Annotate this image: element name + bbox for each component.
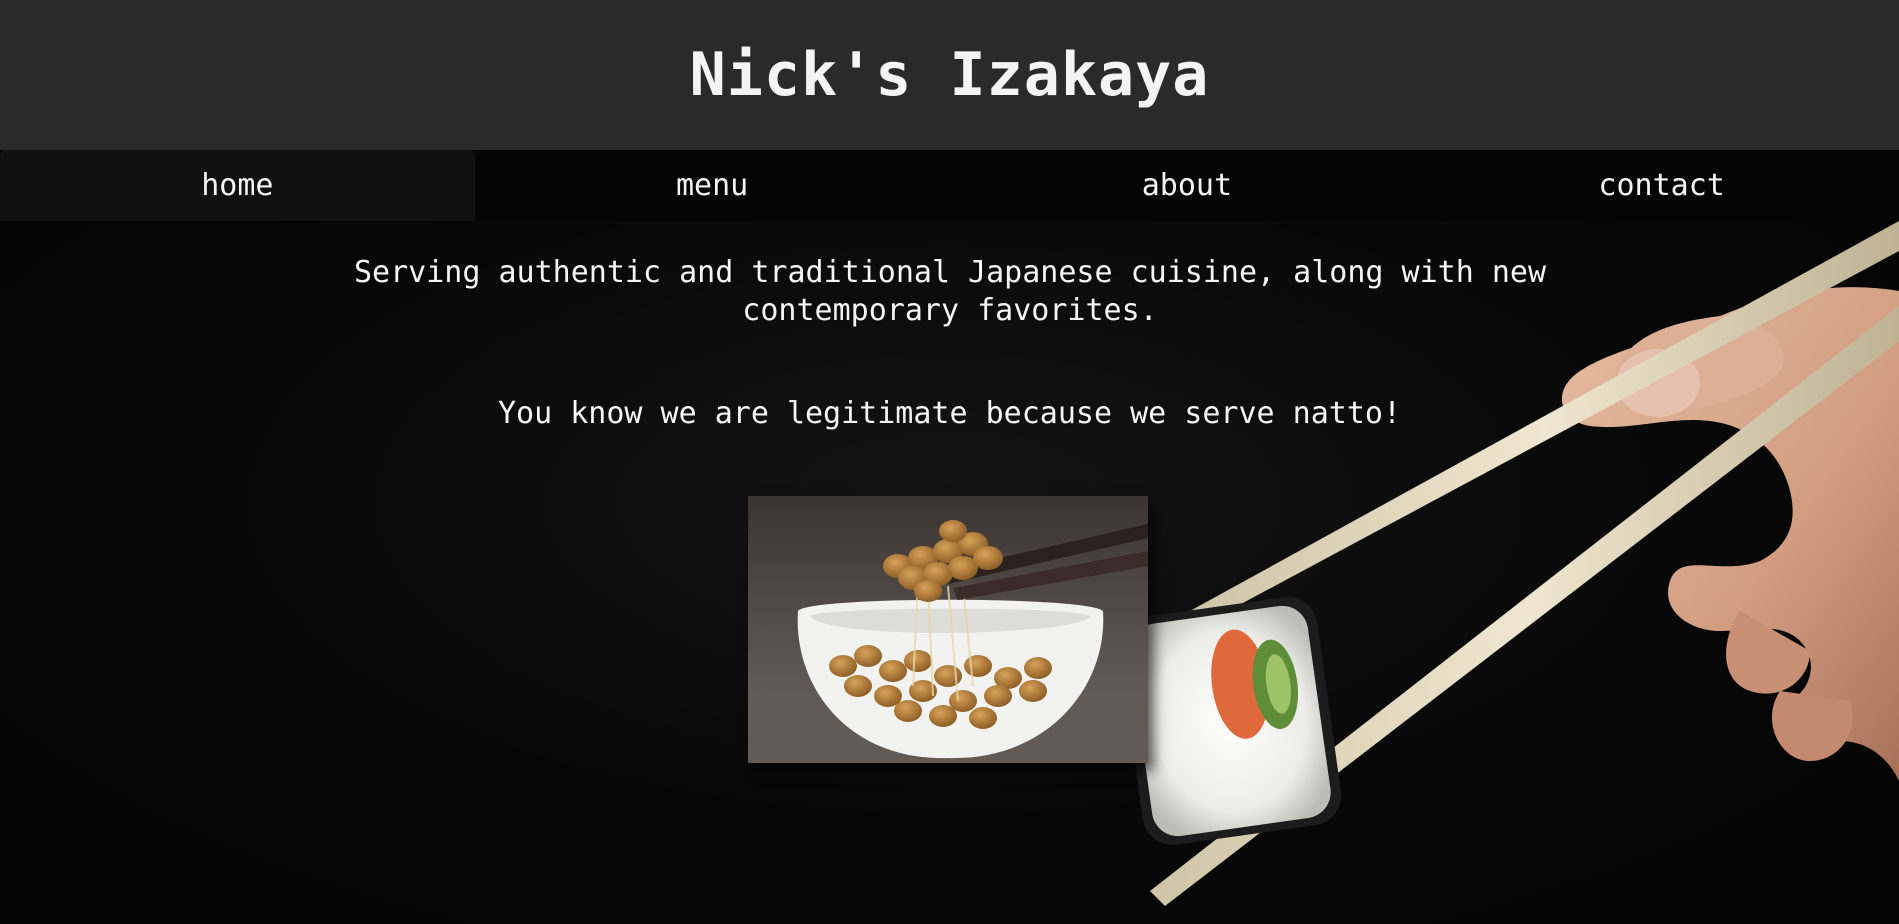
nav-item-contact[interactable]: contact bbox=[1424, 150, 1899, 221]
site-title: Nick's Izakaya bbox=[689, 40, 1210, 110]
nav-item-home[interactable]: home bbox=[0, 150, 475, 221]
page: Nick's Izakaya home menu about contact S… bbox=[0, 0, 1899, 924]
nav-item-about[interactable]: about bbox=[950, 150, 1425, 221]
intro-text: Serving authentic and traditional Japane… bbox=[353, 255, 1547, 328]
site-header: Nick's Izakaya bbox=[0, 0, 1899, 150]
main-nav: home menu about contact bbox=[0, 150, 1899, 221]
natto-tagline: You know we are legitimate because we se… bbox=[497, 396, 1402, 431]
hero-section: Serving authentic and traditional Japane… bbox=[0, 221, 1899, 924]
natto-bowl-image bbox=[748, 496, 1148, 763]
nav-item-menu[interactable]: menu bbox=[475, 150, 950, 221]
